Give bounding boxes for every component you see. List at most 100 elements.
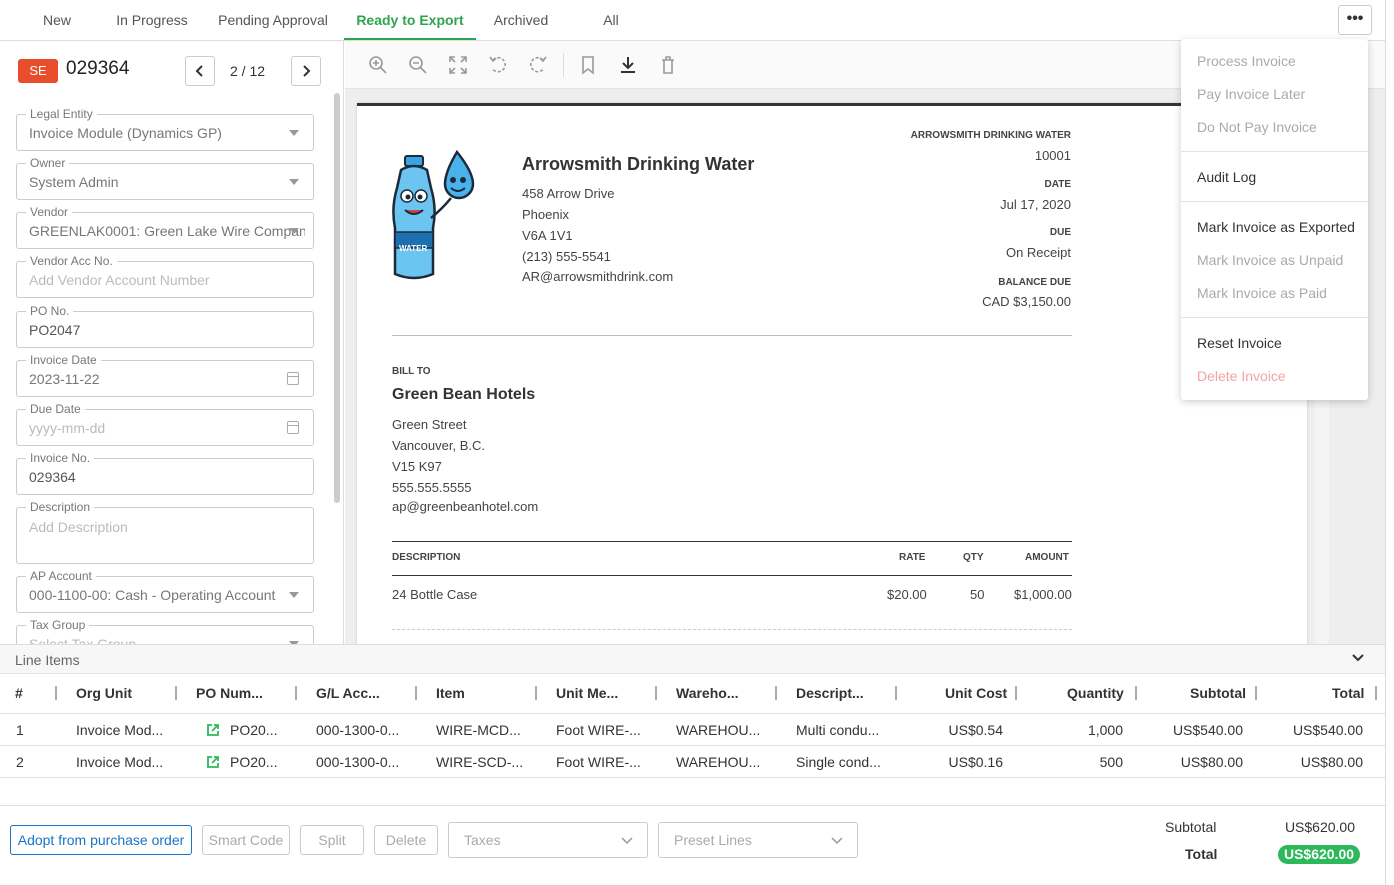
column-header-gl-account[interactable]: G/L Acc... (316, 685, 380, 701)
prev-invoice-button[interactable] (185, 56, 215, 86)
caret-down-icon (289, 179, 299, 185)
external-link-icon[interactable] (206, 755, 220, 769)
delete-button[interactable]: Delete (374, 825, 438, 855)
column-resizer[interactable] (655, 686, 657, 700)
more-actions-button[interactable]: ••• (1338, 5, 1372, 35)
vendor-select[interactable]: Vendor GREENLAK0001: Green Lake Wire Com… (16, 205, 314, 249)
column-resizer[interactable] (895, 686, 897, 700)
menu-item-reset-invoice[interactable]: Reset Invoice (1197, 335, 1282, 351)
tab-all[interactable]: All (590, 0, 632, 40)
vendor-account-input[interactable]: Vendor Acc No. Add Vendor Account Number (16, 254, 314, 298)
doc-table-cell: $1,000.00 (1014, 587, 1072, 602)
meta-number: 10001 (1034, 148, 1071, 163)
zoom-out-icon[interactable] (407, 54, 429, 76)
invoice-form-panel: SE 029364 2 / 12 Legal Entity Invoice Mo… (0, 41, 344, 644)
description-textarea[interactable]: Description Add Description (16, 500, 314, 564)
column-resizer[interactable] (1015, 686, 1017, 700)
menu-item-mark-paid[interactable]: Mark Invoice as Paid (1197, 285, 1327, 301)
column-header-po-num[interactable]: PO Num... (196, 685, 263, 701)
tab-archived[interactable]: Archived (482, 0, 560, 40)
ap-account-select[interactable]: AP Account 000-1100-00: Cash - Operating… (16, 569, 314, 613)
external-link-icon[interactable] (206, 723, 220, 737)
status-tabs: New In Progress Pending Approval Ready t… (0, 0, 1394, 41)
meta-date: Jul 17, 2020 (1000, 197, 1071, 212)
tab-pending-approval[interactable]: Pending Approval (208, 0, 338, 40)
menu-item-pay-later[interactable]: Pay Invoice Later (1197, 86, 1305, 102)
column-header-unit-measure[interactable]: Unit Me... (556, 685, 618, 701)
line-items-header[interactable]: Line Items (0, 644, 1385, 674)
column-resizer[interactable] (295, 686, 297, 700)
menu-item-delete-invoice[interactable]: Delete Invoice (1197, 368, 1286, 384)
vendor-address-line: 458 Arrow Drive (522, 186, 615, 201)
column-resizer[interactable] (175, 686, 177, 700)
column-header-item[interactable]: Item (436, 685, 465, 701)
column-resizer[interactable] (55, 686, 57, 700)
column-resizer[interactable] (1375, 686, 1377, 700)
line-items-title: Line Items (15, 652, 80, 668)
due-date-input[interactable]: Due Date yyyy-mm-dd (16, 402, 314, 446)
rotate-right-icon[interactable] (527, 54, 549, 76)
invoice-number-input[interactable]: Invoice No. 029364 (16, 451, 314, 495)
column-header-quantity[interactable]: Quantity (1067, 685, 1124, 701)
split-button[interactable]: Split (300, 825, 364, 855)
column-header-warehouse[interactable]: Wareho... (676, 685, 739, 701)
menu-item-audit-log[interactable]: Audit Log (1197, 169, 1256, 185)
column-header-subtotal[interactable]: Subtotal (1190, 685, 1246, 701)
po-number-input[interactable]: PO No. PO2047 (16, 304, 314, 348)
vendor-address-line: Phoenix (522, 207, 569, 222)
menu-divider (1181, 151, 1368, 152)
cell-subtotal: US$540.00 (1172, 722, 1243, 738)
meta-balance: CAD $3,150.00 (982, 294, 1071, 309)
menu-item-mark-exported[interactable]: Mark Invoice as Exported (1197, 219, 1355, 235)
calendar-icon[interactable] (287, 372, 299, 385)
status-badge: SE (18, 59, 58, 83)
tab-in-progress[interactable]: In Progress (106, 0, 198, 40)
invoice-date-input[interactable]: Invoice Date 2023-11-22 (16, 353, 314, 397)
bill-to-label: BILL TO (392, 366, 431, 377)
menu-item-do-not-pay[interactable]: Do Not Pay Invoice (1197, 119, 1317, 135)
bookmark-icon[interactable] (577, 54, 599, 76)
column-header-index[interactable]: # (15, 685, 23, 701)
cell-gl-account: 000-1300-0... (316, 722, 400, 738)
field-label: Due Date (26, 402, 85, 416)
zoom-in-icon[interactable] (367, 54, 389, 76)
tab-new[interactable]: New (22, 0, 92, 40)
trash-icon[interactable] (657, 54, 679, 76)
calendar-icon[interactable] (287, 421, 299, 434)
field-value: GREENLAK0001: Green Lake Wire Company (29, 223, 305, 239)
doc-table-header: RATE (899, 552, 926, 563)
column-header-org-unit[interactable]: Org Unit (76, 685, 132, 701)
menu-item-process-invoice[interactable]: Process Invoice (1197, 53, 1296, 69)
preset-lines-select[interactable]: Preset Lines (658, 822, 858, 858)
column-resizer[interactable] (1135, 686, 1137, 700)
form-scrollbar[interactable] (334, 93, 340, 503)
chevron-down-icon[interactable] (1351, 651, 1365, 665)
next-invoice-button[interactable] (291, 56, 321, 86)
fit-screen-icon[interactable] (447, 54, 469, 76)
taxes-select[interactable]: Taxes (448, 822, 648, 858)
rotate-left-icon[interactable] (487, 54, 509, 76)
tax-group-select[interactable]: Tax Group Select Tax Group (16, 618, 314, 644)
legal-entity-select[interactable]: Legal Entity Invoice Module (Dynamics GP… (16, 107, 314, 151)
cell-org-unit: Invoice Mod... (76, 754, 164, 770)
owner-select[interactable]: Owner System Admin (16, 156, 314, 200)
chevron-down-icon (831, 837, 843, 845)
column-header-description[interactable]: Descript... (796, 685, 864, 701)
cell-po-num: PO20... (230, 722, 278, 738)
actions-menu: Process Invoice Pay Invoice Later Do Not… (1181, 39, 1368, 400)
column-header-unit-cost[interactable]: Unit Cost (945, 685, 1007, 701)
caret-down-icon (289, 130, 299, 136)
column-resizer[interactable] (775, 686, 777, 700)
column-resizer[interactable] (415, 686, 417, 700)
tab-ready-to-export[interactable]: Ready to Export (344, 0, 476, 40)
adopt-from-po-button[interactable]: Adopt from purchase order (10, 825, 192, 855)
column-resizer[interactable] (535, 686, 537, 700)
field-label: Legal Entity (26, 107, 97, 121)
column-header-total[interactable]: Total (1332, 685, 1364, 701)
column-resizer[interactable] (1255, 686, 1257, 700)
download-icon[interactable] (617, 54, 639, 76)
bill-to-line: V15 K97 (392, 459, 442, 474)
menu-item-mark-unpaid[interactable]: Mark Invoice as Unpaid (1197, 252, 1343, 268)
smart-code-button[interactable]: Smart Code (202, 825, 290, 855)
footer-divider (0, 805, 1385, 806)
